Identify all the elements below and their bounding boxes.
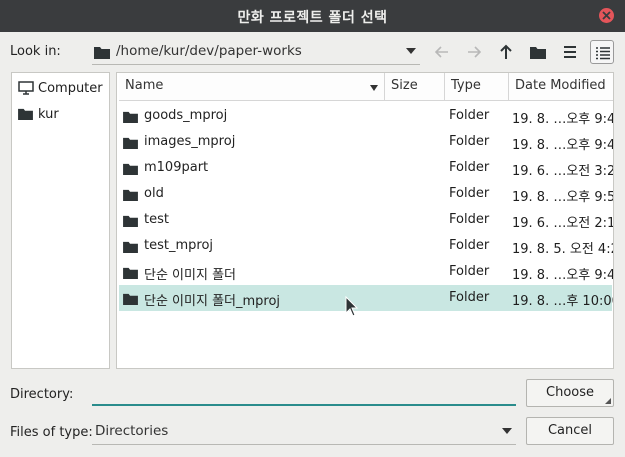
forward-button[interactable] — [462, 40, 486, 64]
table-row-selected[interactable]: 단순 이미지 폴더_mproj Folder 19. 8. …후 10:00 — [119, 285, 614, 311]
table-row[interactable]: test_mproj Folder 19. 8. 5. 오전 4:27 — [119, 233, 613, 259]
file-type: Folder — [449, 264, 490, 279]
file-date: 19. 8. …후 10:00 — [512, 294, 614, 309]
table-row[interactable]: m109part Folder 19. 6. …오전 3:26 — [119, 155, 614, 181]
file-name: test_mproj — [144, 238, 214, 253]
window-title: 만화 프로젝트 폴더 선택 — [237, 10, 388, 26]
mouse-cursor-icon — [345, 296, 359, 317]
detail-view-icon — [596, 47, 610, 60]
table-row[interactable]: test Folder 19. 6. …오전 2:17 — [119, 207, 614, 233]
folder-icon — [123, 215, 138, 227]
file-type: Folder — [449, 108, 490, 123]
table-row[interactable]: goods_mproj Folder 19. 8. …오후 9:43 — [119, 103, 614, 129]
up-arrow-icon — [500, 44, 512, 59]
sidebar-item-label: kur — [38, 107, 59, 122]
chevron-down-icon — [406, 48, 416, 54]
file-type: Folder — [449, 134, 490, 149]
computer-icon — [18, 81, 34, 95]
file-list[interactable]: Name Size Type Date Modified goods_mproj… — [116, 72, 614, 369]
files-of-type-label: Files of type: — [10, 425, 93, 440]
files-of-type-combo[interactable]: Directories — [92, 420, 516, 445]
look-in-combo[interactable]: /home/kur/dev/paper-works — [92, 40, 420, 65]
look-in-path: /home/kur/dev/paper-works — [116, 43, 302, 59]
directory-input[interactable] — [92, 380, 516, 406]
parent-directory-button[interactable] — [494, 40, 518, 64]
file-name: 단순 이미지 폴더_mproj — [144, 294, 281, 309]
column-header-name[interactable]: Name — [119, 73, 385, 101]
file-name: test — [144, 212, 169, 227]
title-bar[interactable]: 만화 프로젝트 폴더 선택 — [0, 0, 625, 32]
new-folder-icon — [530, 47, 546, 59]
folder-icon — [123, 293, 138, 305]
table-row[interactable]: images_mproj Folder 19. 8. …오후 9:49 — [119, 129, 614, 155]
file-date: 19. 8. 5. 오전 4:27 — [512, 242, 613, 257]
file-date: 19. 6. …오전 3:26 — [512, 164, 614, 179]
column-header-type[interactable]: Type — [445, 73, 509, 101]
list-view-button[interactable] — [558, 40, 582, 64]
file-type: Folder — [449, 186, 490, 201]
list-view-icon — [564, 46, 576, 58]
directory-label: Directory: — [10, 387, 74, 402]
file-date: 19. 8. …오후 9:59 — [512, 190, 614, 205]
file-date: 19. 8. …오후 9:49 — [512, 138, 614, 153]
folder-icon — [123, 241, 138, 253]
file-type: Folder — [449, 160, 490, 175]
column-header-label: Size — [391, 78, 418, 93]
cancel-button[interactable]: Cancel — [526, 417, 614, 445]
table-row[interactable]: 단순 이미지 폴더 Folder 19. 8. …오후 9:49 — [119, 259, 614, 285]
corner-mark-icon — [605, 398, 611, 404]
file-name: 단순 이미지 폴더 — [144, 268, 236, 283]
column-header-label: Name — [125, 78, 164, 93]
file-date: 19. 8. …오후 9:43 — [512, 112, 614, 127]
column-header-date-modified[interactable]: Date Modified — [509, 73, 613, 101]
back-button[interactable] — [430, 40, 454, 64]
sidebar: Computer kur — [11, 72, 110, 369]
choose-button-label: Choose — [546, 385, 594, 400]
file-type: Folder — [449, 238, 490, 253]
sidebar-item-kur[interactable]: kur — [18, 104, 106, 126]
cancel-button-label: Cancel — [547, 423, 593, 438]
folder-icon — [94, 47, 110, 59]
column-header-size[interactable]: Size — [385, 73, 445, 101]
choose-button[interactable]: Choose — [526, 379, 614, 407]
back-arrow-icon — [434, 46, 448, 58]
folder-icon — [123, 189, 138, 201]
forward-arrow-icon — [468, 46, 482, 58]
file-type: Folder — [449, 212, 490, 227]
file-name: goods_mproj — [144, 108, 228, 123]
file-name: images_mproj — [144, 134, 236, 149]
new-folder-button[interactable] — [526, 40, 550, 64]
folder-icon — [123, 163, 138, 175]
folder-icon — [123, 111, 138, 123]
files-of-type-value: Directories — [95, 423, 169, 439]
table-row[interactable]: old Folder 19. 8. …오후 9:59 — [119, 181, 614, 207]
file-name: m109part — [144, 160, 209, 175]
sort-down-icon — [370, 85, 378, 91]
close-icon[interactable] — [599, 8, 614, 23]
folder-icon — [123, 137, 138, 149]
look-in-label: Look in: — [10, 44, 61, 59]
file-type: Folder — [449, 290, 490, 305]
file-date: 19. 6. …오전 2:17 — [512, 216, 614, 231]
sidebar-item-computer[interactable]: Computer — [18, 78, 106, 100]
detail-view-button[interactable] — [590, 40, 614, 64]
column-header-label: Date Modified — [515, 78, 606, 93]
folder-icon — [18, 108, 33, 120]
column-header-label: Type — [451, 78, 481, 93]
file-name: old — [144, 186, 164, 201]
file-date: 19. 8. …오후 9:49 — [512, 268, 614, 283]
chevron-down-icon — [502, 428, 512, 434]
folder-icon — [123, 267, 138, 279]
sidebar-item-label: Computer — [38, 81, 103, 96]
